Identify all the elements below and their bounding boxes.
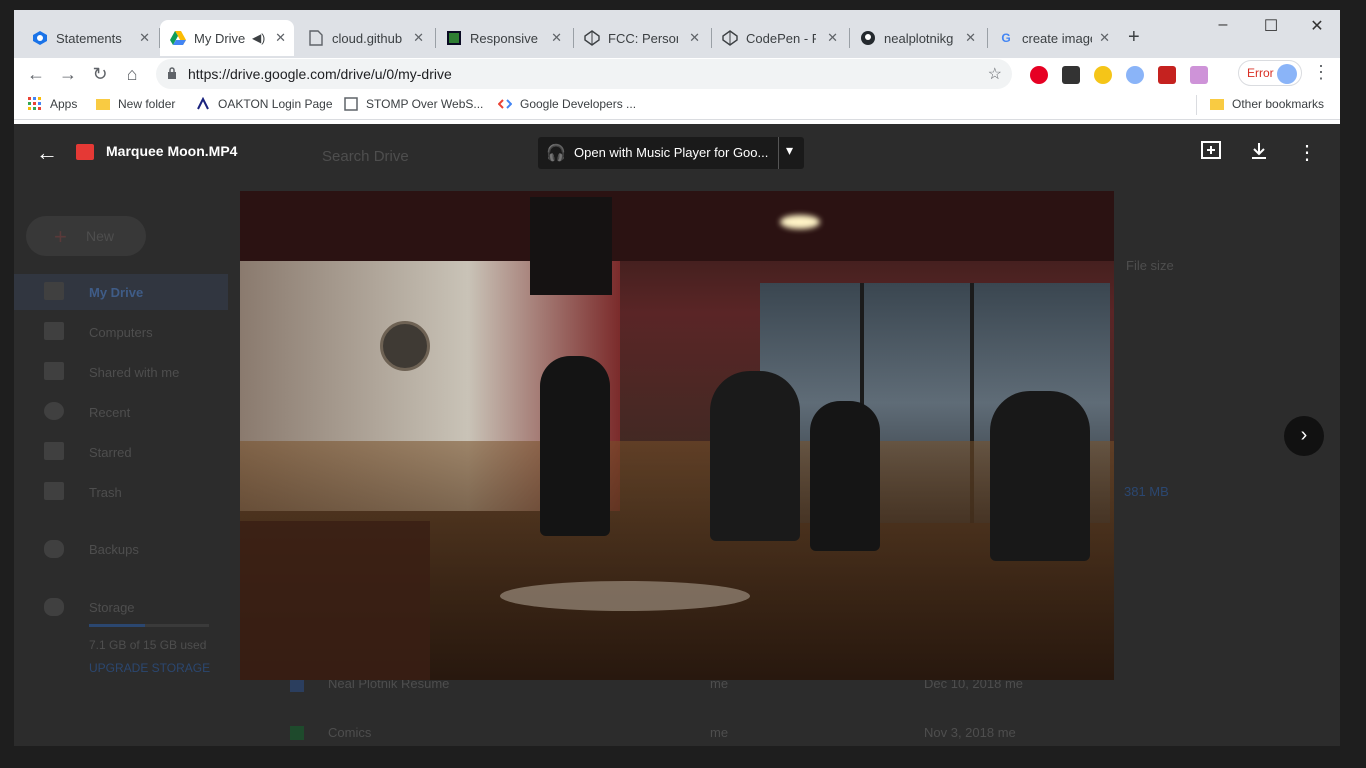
tab-github[interactable]: nealplotnikgi ✕ <box>850 20 984 56</box>
apps-grid-icon <box>28 97 41 110</box>
moon-extension-icon[interactable] <box>1094 66 1112 84</box>
folder-icon <box>1210 99 1224 110</box>
tab-cloud-githubu[interactable]: cloud.githubu ✕ <box>298 20 432 56</box>
codepen-icon <box>722 30 738 46</box>
tab-codepen[interactable]: CodePen - FC ✕ <box>712 20 846 56</box>
info-extension-icon[interactable] <box>1126 66 1144 84</box>
speaker-icon[interactable]: ◀) <box>252 31 265 45</box>
new-tab-button[interactable]: + <box>1128 26 1140 49</box>
profile-error-chip[interactable]: Error <box>1238 60 1302 86</box>
checkmark-extension-icon[interactable] <box>1062 66 1080 84</box>
more-vert-icon[interactable]: ⋮ <box>1294 140 1320 165</box>
chevron-down-icon[interactable]: ▾ <box>786 142 793 159</box>
open-with-button[interactable]: 🎧 Open with Music Player for Goo... ▾ <box>538 137 804 169</box>
other-bookmarks[interactable]: Other bookmarks <box>1210 97 1324 111</box>
pdf-doc-extension-icon[interactable] <box>1190 66 1208 84</box>
google-icon: G <box>1001 31 1011 45</box>
pdf-extension-icon[interactable] <box>1158 66 1176 84</box>
back-arrow-icon[interactable]: ← <box>36 140 58 166</box>
browser-window: Statements a ✕ My Drive ◀) ✕ cloud.githu… <box>14 10 1340 746</box>
video-file-icon <box>76 144 94 160</box>
bookmark-new-folder[interactable]: New folder <box>96 97 175 111</box>
bookmark-stomp[interactable]: STOMP Over WebS... <box>344 97 483 111</box>
tab-my-drive[interactable]: My Drive ◀) ✕ <box>160 20 294 56</box>
url-text: https://drive.google.com/drive/u/0/my-dr… <box>188 66 452 82</box>
bookmark-oakton[interactable]: OAKTON Login Page <box>196 97 333 111</box>
document-icon <box>308 30 324 46</box>
lock-icon <box>168 67 176 79</box>
home-icon[interactable]: ⌂ <box>120 62 144 86</box>
stomp-icon <box>344 97 358 111</box>
close-tab-icon[interactable]: ✕ <box>551 30 562 46</box>
tab-responsive[interactable]: Responsive W ✕ <box>436 20 570 56</box>
bookmarks-bar: Apps New folder OAKTON Login Page STOMP … <box>14 90 1340 120</box>
maximize-button[interactable]: ☐ <box>1248 16 1294 36</box>
tab-strip: Statements a ✕ My Drive ◀) ✕ cloud.githu… <box>14 10 1340 58</box>
google-developers-icon <box>498 99 512 109</box>
green-square-icon <box>446 30 462 46</box>
close-tab-icon[interactable]: ✕ <box>1099 30 1110 46</box>
browser-menu-icon[interactable]: ⋮ <box>1312 62 1330 83</box>
minimize-button[interactable]: – <box>1200 16 1246 34</box>
headphones-icon: 🎧 <box>546 145 566 162</box>
file-name: Marquee Moon.MP4 <box>106 143 238 159</box>
close-window-button[interactable]: ✕ <box>1294 16 1340 36</box>
folder-icon <box>96 99 110 110</box>
close-tab-icon[interactable]: ✕ <box>139 30 150 46</box>
viewer-header: ← Marquee Moon.MP4 🎧 Open with Music Pla… <box>14 124 1340 184</box>
google-drive-icon <box>170 30 186 46</box>
close-tab-icon[interactable]: ✕ <box>965 30 976 46</box>
pinterest-extension-icon[interactable] <box>1030 66 1048 84</box>
bookmark-apps[interactable]: Apps <box>28 97 77 111</box>
bookmark-google-developers[interactable]: Google Developers ... <box>498 97 636 111</box>
tab-fcc-personal[interactable]: FCC: Personal ✕ <box>574 20 708 56</box>
reload-icon[interactable]: ↻ <box>88 62 112 86</box>
bookmark-star-icon[interactable]: ☆ <box>988 64 1002 84</box>
forward-icon[interactable]: → <box>56 62 80 86</box>
avatar <box>1277 64 1297 84</box>
add-to-drive-icon[interactable] <box>1198 140 1224 168</box>
close-tab-icon[interactable]: ✕ <box>689 30 700 46</box>
github-icon <box>860 30 876 46</box>
close-tab-icon[interactable]: ✕ <box>413 30 424 46</box>
close-tab-icon[interactable]: ✕ <box>827 30 838 46</box>
blue-hex-icon <box>32 30 48 46</box>
video-player[interactable] <box>240 191 1114 680</box>
drive-file-viewer: Search Drive + New My Drive Computers Sh… <box>14 124 1340 746</box>
address-bar[interactable]: https://drive.google.com/drive/u/0/my-dr… <box>156 59 1012 89</box>
back-icon[interactable]: ← <box>24 62 48 86</box>
chevron-right-icon: › <box>1300 424 1308 446</box>
download-icon[interactable] <box>1246 140 1272 168</box>
tab-create-image[interactable]: G create image ✕ <box>988 20 1118 56</box>
codepen-icon <box>584 30 600 46</box>
oakton-icon <box>197 97 209 110</box>
tab-statements[interactable]: Statements a ✕ <box>22 20 158 56</box>
close-tab-icon[interactable]: ✕ <box>275 30 286 46</box>
next-file-button[interactable]: › <box>1284 416 1324 456</box>
